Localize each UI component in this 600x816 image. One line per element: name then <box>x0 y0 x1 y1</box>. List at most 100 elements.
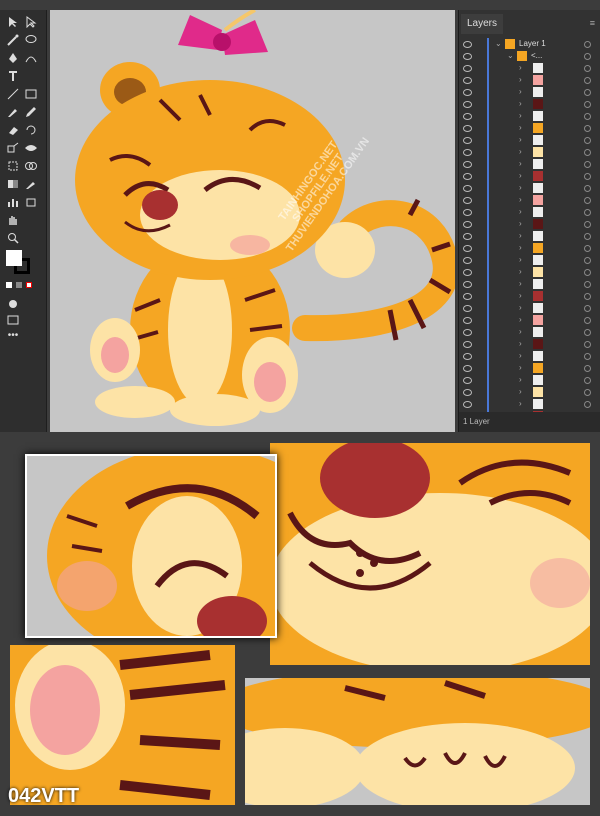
chevron-right-icon[interactable]: › <box>519 194 522 206</box>
layer-row[interactable]: › <box>459 350 600 362</box>
chevron-right-icon[interactable]: › <box>519 374 522 386</box>
layer-row-top[interactable]: ⌄ Layer 1 <box>459 38 600 50</box>
layer-row[interactable]: › <box>459 266 600 278</box>
gradient-tool-icon[interactable] <box>6 178 20 190</box>
layer-row[interactable]: › <box>459 74 600 86</box>
chevron-right-icon[interactable]: › <box>519 314 522 326</box>
visibility-eye-icon[interactable] <box>463 245 472 252</box>
chevron-right-icon[interactable]: › <box>519 158 522 170</box>
target-circle-icon[interactable] <box>584 41 591 48</box>
none-mode-button[interactable] <box>26 282 32 288</box>
layer-name[interactable]: Layer 1 <box>519 38 546 50</box>
layer-row[interactable]: › <box>459 182 600 194</box>
visibility-eye-icon[interactable] <box>463 305 472 312</box>
type-tool-icon[interactable] <box>6 70 20 82</box>
visibility-eye-icon[interactable] <box>463 173 472 180</box>
visibility-eye-icon[interactable] <box>463 341 472 348</box>
target-circle-icon[interactable] <box>584 149 591 156</box>
draw-mode-icon[interactable] <box>6 298 20 310</box>
target-circle-icon[interactable] <box>584 161 591 168</box>
target-circle-icon[interactable] <box>584 293 591 300</box>
visibility-eye-icon[interactable] <box>463 77 472 84</box>
visibility-eye-icon[interactable] <box>463 209 472 216</box>
target-circle-icon[interactable] <box>584 137 591 144</box>
layer-row[interactable]: › <box>459 278 600 290</box>
chevron-right-icon[interactable]: › <box>519 98 522 110</box>
target-circle-icon[interactable] <box>584 53 591 60</box>
layer-row[interactable]: › <box>459 290 600 302</box>
line-tool-icon[interactable] <box>6 88 20 100</box>
pencil-tool-icon[interactable] <box>24 106 38 118</box>
target-circle-icon[interactable] <box>584 245 591 252</box>
visibility-eye-icon[interactable] <box>463 125 472 132</box>
chevron-right-icon[interactable]: › <box>519 218 522 230</box>
chevron-right-icon[interactable]: › <box>519 362 522 374</box>
chevron-right-icon[interactable]: › <box>519 350 522 362</box>
layer-row[interactable]: › <box>459 110 600 122</box>
visibility-eye-icon[interactable] <box>463 377 472 384</box>
visibility-eye-icon[interactable] <box>463 401 472 408</box>
visibility-eye-icon[interactable] <box>463 65 472 72</box>
target-circle-icon[interactable] <box>584 329 591 336</box>
layer-row[interactable]: › <box>459 122 600 134</box>
layer-row[interactable]: › <box>459 386 600 398</box>
layer-row-sub[interactable]: ⌄ <... <box>459 50 600 62</box>
layers-tab[interactable]: Layers <box>461 14 504 34</box>
chevron-right-icon[interactable]: › <box>519 62 522 74</box>
target-circle-icon[interactable] <box>584 377 591 384</box>
rectangle-tool-icon[interactable] <box>24 88 38 100</box>
visibility-eye-icon[interactable] <box>463 293 472 300</box>
chevron-right-icon[interactable]: › <box>519 110 522 122</box>
chevron-right-icon[interactable]: › <box>519 146 522 158</box>
fill-swatch[interactable] <box>6 250 22 266</box>
panel-menu-icon[interactable]: ≡ <box>590 18 595 28</box>
chevron-right-icon[interactable]: › <box>519 242 522 254</box>
visibility-eye-icon[interactable] <box>463 53 472 60</box>
visibility-eye-icon[interactable] <box>463 329 472 336</box>
target-circle-icon[interactable] <box>584 209 591 216</box>
chevron-down-icon[interactable]: ⌄ <box>495 38 502 50</box>
lasso-tool-icon[interactable] <box>24 34 38 46</box>
gradient-mode-button[interactable] <box>16 282 22 288</box>
target-circle-icon[interactable] <box>584 401 591 408</box>
layer-row[interactable]: › <box>459 194 600 206</box>
visibility-eye-icon[interactable] <box>463 233 472 240</box>
target-circle-icon[interactable] <box>584 185 591 192</box>
free-transform-tool-icon[interactable] <box>6 160 20 172</box>
target-circle-icon[interactable] <box>584 353 591 360</box>
visibility-eye-icon[interactable] <box>463 89 472 96</box>
layer-row[interactable]: › <box>459 326 600 338</box>
selection-tool-icon[interactable] <box>6 16 20 28</box>
visibility-eye-icon[interactable] <box>463 365 472 372</box>
visibility-eye-icon[interactable] <box>463 101 472 108</box>
target-circle-icon[interactable] <box>584 113 591 120</box>
layer-row[interactable]: › <box>459 206 600 218</box>
chevron-right-icon[interactable]: › <box>519 266 522 278</box>
chevron-right-icon[interactable]: › <box>519 290 522 302</box>
layer-row[interactable]: › <box>459 146 600 158</box>
target-circle-icon[interactable] <box>584 89 591 96</box>
layer-row[interactable]: › <box>459 98 600 110</box>
layer-row[interactable]: › <box>459 302 600 314</box>
visibility-eye-icon[interactable] <box>463 185 472 192</box>
pen-tool-icon[interactable] <box>6 52 20 64</box>
target-circle-icon[interactable] <box>584 389 591 396</box>
layer-row[interactable]: › <box>459 398 600 410</box>
layer-row[interactable]: › <box>459 374 600 386</box>
chevron-right-icon[interactable]: › <box>519 86 522 98</box>
target-circle-icon[interactable] <box>584 197 591 204</box>
target-circle-icon[interactable] <box>584 341 591 348</box>
chevron-right-icon[interactable]: › <box>519 302 522 314</box>
visibility-eye-icon[interactable] <box>463 353 472 360</box>
rotate-tool-icon[interactable] <box>24 124 38 136</box>
layer-row[interactable]: › <box>459 86 600 98</box>
artboard-canvas[interactable]: TAINHINGOC.NET SHOPFILE.NET THUVIENDOHOA.C… <box>50 10 455 432</box>
target-circle-icon[interactable] <box>584 281 591 288</box>
layer-row[interactable]: › <box>459 170 600 182</box>
visibility-eye-icon[interactable] <box>463 149 472 156</box>
visibility-eye-icon[interactable] <box>463 221 472 228</box>
target-circle-icon[interactable] <box>584 257 591 264</box>
hand-tool-icon[interactable] <box>6 214 20 226</box>
visibility-eye-icon[interactable] <box>463 137 472 144</box>
color-mode-button[interactable] <box>6 282 12 288</box>
